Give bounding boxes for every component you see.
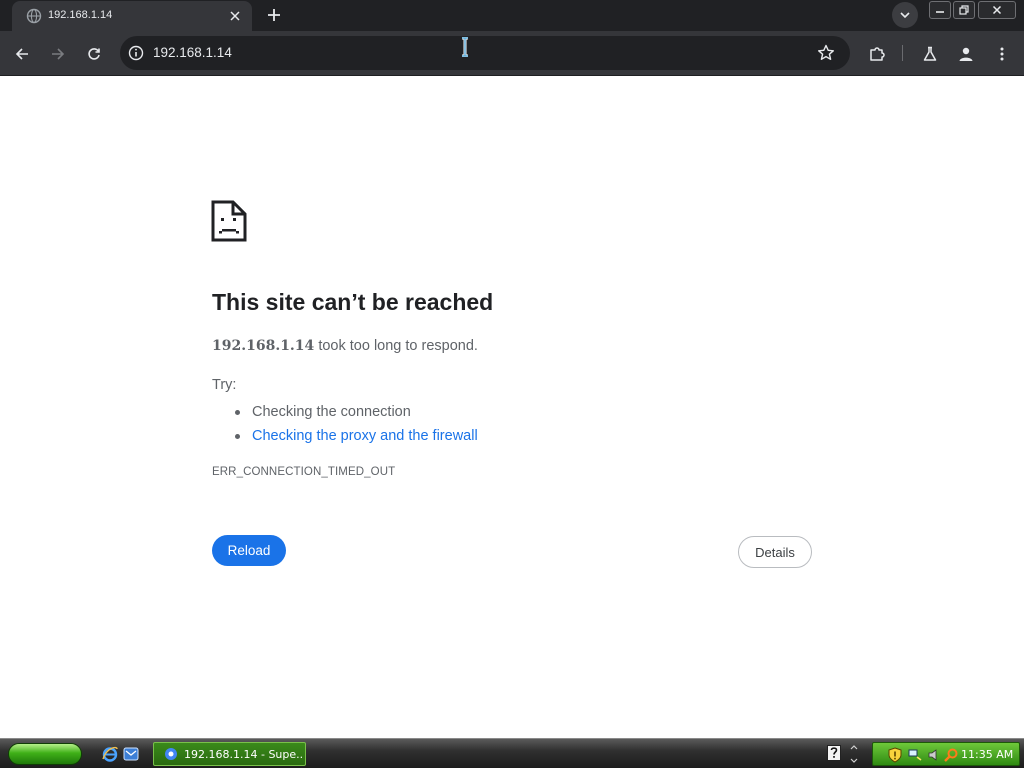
start-button[interactable] <box>8 743 82 765</box>
browser-app-icon <box>165 748 177 760</box>
star-icon[interactable] <box>816 43 836 63</box>
error-summary: 192.168.1.14 took too long to respond. <box>212 338 478 354</box>
restore-button[interactable] <box>953 1 975 19</box>
plus-icon <box>268 9 280 21</box>
extensions-button[interactable] <box>864 41 890 67</box>
try-label: Try: <box>212 377 237 393</box>
tray-expand-icon[interactable] <box>849 743 859 765</box>
tab-search-button[interactable] <box>892 2 918 28</box>
taskbar-item-browser[interactable]: 192.168.1.14 - Supe... <box>153 742 306 766</box>
system-clock: 11:35 AM <box>961 748 1014 761</box>
sad-document-icon <box>211 200 247 242</box>
suggestion-list: Checking the connection Checking the pro… <box>232 400 478 448</box>
volume-icon[interactable] <box>927 747 943 763</box>
summary-text: took too long to respond. <box>314 338 478 354</box>
host-name: 192.168.1.14 <box>212 338 315 354</box>
taskbar-item-label: 192.168.1.14 - Supe... <box>184 748 302 761</box>
arrow-right-icon <box>52 48 65 60</box>
restore-icon <box>959 5 969 15</box>
arrow-left-icon <box>15 48 28 60</box>
network-icon[interactable] <box>907 747 923 763</box>
suggestion-proxy-firewall-link[interactable]: Checking the proxy and the firewall <box>232 424 478 448</box>
address-bar[interactable]: 192.168.1.14 <box>120 36 850 70</box>
browser-toolbar: 192.168.1.14 <box>0 31 1024 76</box>
puzzle-icon <box>870 47 885 61</box>
url-text[interactable]: 192.168.1.14 <box>153 45 232 60</box>
new-tab-button[interactable] <box>262 4 286 26</box>
outlook-express-icon[interactable] <box>122 745 140 763</box>
person-icon <box>959 47 973 61</box>
security-shield-icon[interactable] <box>887 747 903 763</box>
tab-close-button[interactable] <box>226 7 244 25</box>
menu-button[interactable] <box>989 41 1015 67</box>
chevron-down-icon <box>900 12 910 19</box>
browser-tab[interactable]: 192.168.1.14 <box>12 1 252 31</box>
info-icon[interactable] <box>127 44 145 62</box>
tab-strip: 192.168.1.14 <box>0 0 1024 31</box>
details-button[interactable]: Details <box>738 536 812 568</box>
close-icon <box>230 11 240 21</box>
search-icon[interactable] <box>943 747 959 763</box>
close-icon <box>992 5 1002 15</box>
help-icon[interactable] <box>827 745 841 761</box>
minimize-icon <box>936 11 944 13</box>
tab-title: 192.168.1.14 <box>48 9 113 21</box>
taskbar: 192.168.1.14 - Supe... 11:35 AM <box>0 738 1024 768</box>
page-title: This site can’t be reached <box>212 289 494 315</box>
refresh-icon <box>88 48 100 60</box>
reload-toolbar-button[interactable] <box>81 41 107 67</box>
globe-icon <box>26 8 42 24</box>
back-button[interactable] <box>9 41 35 67</box>
forward-button[interactable] <box>45 41 71 67</box>
error-code: ERR_CONNECTION_TIMED_OUT <box>212 466 396 478</box>
error-page: This site can’t be reached 192.168.1.14 … <box>0 77 1024 738</box>
system-tray: 11:35 AM <box>872 742 1020 766</box>
minimize-button[interactable] <box>929 1 951 19</box>
more-vertical-icon <box>1000 47 1004 61</box>
reload-button[interactable]: Reload <box>212 535 286 566</box>
toolbar-separator <box>902 45 903 61</box>
flask-icon <box>923 46 937 61</box>
internet-explorer-icon[interactable] <box>101 745 119 763</box>
text-cursor-icon <box>462 37 468 57</box>
profile-button[interactable] <box>953 41 979 67</box>
window-close-button[interactable] <box>978 1 1016 19</box>
labs-button[interactable] <box>917 41 943 67</box>
suggestion-check-connection: Checking the connection <box>232 400 478 424</box>
